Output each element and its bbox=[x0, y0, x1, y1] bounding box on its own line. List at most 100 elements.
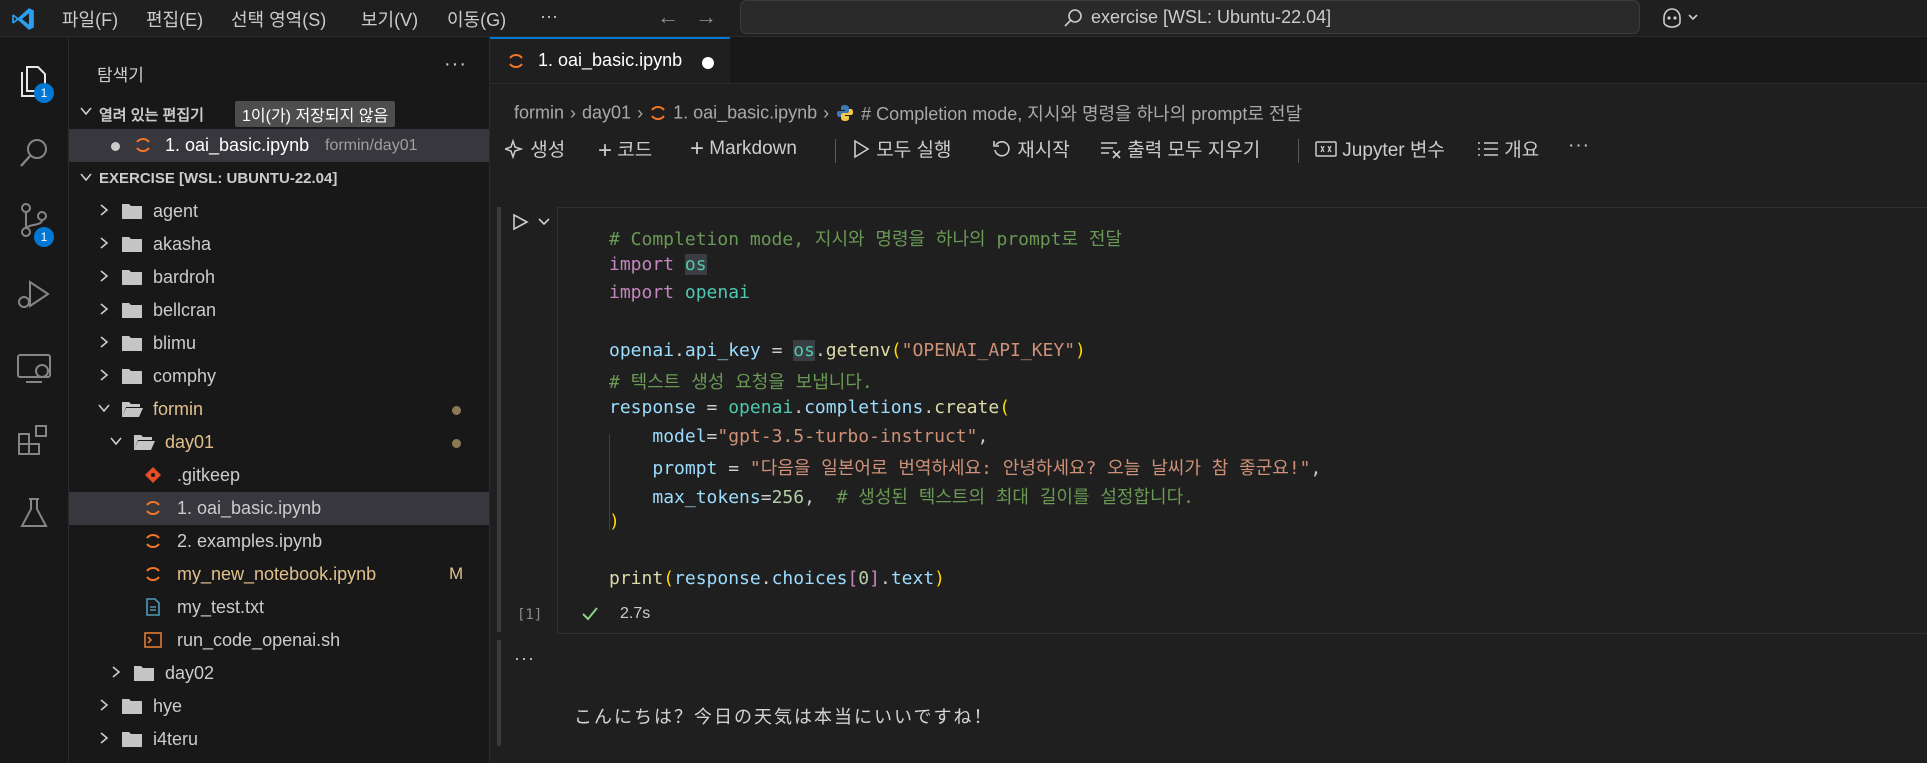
clear-outputs-label: 출력 모두 지우기 bbox=[1127, 140, 1261, 161]
git-icon bbox=[145, 467, 161, 483]
search-icon[interactable] bbox=[14, 133, 54, 173]
tree-folder-blimu[interactable]: blimu bbox=[69, 327, 489, 360]
add-markdown-button[interactable]: + Markdown bbox=[690, 135, 797, 163]
cell-focus-indicator[interactable] bbox=[497, 207, 501, 632]
explorer-title: 탐색기 bbox=[97, 66, 144, 85]
jupyter-icon bbox=[136, 138, 150, 152]
clear-all-icon bbox=[1101, 142, 1121, 159]
tree-folder-comphy[interactable]: comphy bbox=[69, 360, 489, 393]
vscode-logo-icon[interactable] bbox=[10, 6, 36, 32]
chevron-right-icon: › bbox=[637, 102, 644, 123]
tree-file-oai-basic[interactable]: 1. oai_basic.ipynb bbox=[69, 492, 489, 525]
menu-go[interactable]: 이동(G) bbox=[447, 6, 506, 32]
tree-label: my_new_notebook.ipynb bbox=[177, 564, 377, 584]
modified-dot-icon bbox=[452, 406, 461, 415]
tree-file-my-test[interactable]: my_test.txt bbox=[69, 591, 489, 624]
variables-icon bbox=[1315, 141, 1337, 157]
tree-folder-akasha[interactable]: akasha bbox=[69, 228, 489, 261]
menu-file[interactable]: 파일(F) bbox=[62, 6, 118, 32]
breadcrumb-file[interactable]: 1. oai_basic.ipynb bbox=[673, 103, 817, 123]
add-code-button[interactable]: + 코드 bbox=[598, 135, 652, 165]
open-editors-header[interactable]: 열려 있는 편집기 1이(가) 저장되지 않음 bbox=[69, 96, 489, 129]
toolbar-divider bbox=[835, 139, 836, 163]
code-line-5: openai.api_key = os.getenv("OPENAI_API_K… bbox=[609, 340, 1086, 361]
execution-count: [1] bbox=[517, 607, 543, 623]
testing-flask-icon[interactable] bbox=[14, 493, 54, 533]
tree-folder-agent[interactable]: agent bbox=[69, 195, 489, 228]
tab-oai-basic[interactable]: 1. oai_basic.ipynb bbox=[490, 37, 730, 83]
run-debug-icon[interactable] bbox=[14, 274, 54, 314]
tree-label: i4teru bbox=[153, 729, 199, 749]
toolbar-more-button[interactable]: ··· bbox=[1568, 135, 1590, 157]
tree-file-gitkeep[interactable]: .gitkeep bbox=[69, 459, 489, 492]
jupyter-icon bbox=[146, 534, 160, 548]
tree-file-examples[interactable]: 2. examples.ipynb bbox=[69, 525, 489, 558]
cell-run-button[interactable] bbox=[511, 212, 555, 237]
tree-label: hye bbox=[153, 696, 183, 716]
restart-button[interactable]: 재시작 bbox=[992, 135, 1070, 162]
clear-outputs-button[interactable]: 출력 모두 지우기 bbox=[1100, 135, 1260, 162]
python-icon bbox=[837, 105, 854, 121]
code-line-11: ) bbox=[609, 511, 620, 532]
workspace-header[interactable]: EXERCISE [WSL: UBUNTU-22.04] bbox=[69, 162, 489, 195]
unsaved-dot-icon[interactable] bbox=[111, 142, 120, 151]
generate-button[interactable]: 생성 bbox=[502, 135, 566, 162]
execution-duration: 2.7s bbox=[620, 605, 651, 622]
tree-file-my-new-notebook[interactable]: my_new_notebook.ipynb M bbox=[69, 558, 489, 591]
folder-icon bbox=[122, 699, 142, 714]
unsaved-dot-icon[interactable] bbox=[702, 57, 714, 69]
explorer-more-button[interactable]: ··· bbox=[444, 53, 467, 76]
tree-folder-hye[interactable]: hye bbox=[69, 690, 489, 723]
menu-view[interactable]: 보기(V) bbox=[361, 6, 418, 32]
tree-folder-i4teru[interactable]: i4teru bbox=[69, 723, 489, 756]
chevron-right-icon bbox=[100, 303, 109, 315]
tab-label: 1. oai_basic.ipynb bbox=[538, 50, 683, 70]
remote-explorer-icon[interactable] bbox=[14, 347, 54, 387]
code-line-6: # 텍스트 생성 요청을 보냅니다. bbox=[609, 372, 873, 393]
tree-label: formin bbox=[153, 399, 204, 419]
open-editor-item[interactable]: 1. oai_basic.ipynb formin/day01 bbox=[69, 129, 489, 162]
jupyter-icon bbox=[651, 106, 665, 120]
folder-icon bbox=[134, 666, 154, 681]
jupyter-icon bbox=[509, 54, 523, 68]
folder-icon bbox=[122, 204, 142, 219]
source-control-badge: 1 bbox=[34, 227, 54, 247]
tree-folder-day02[interactable]: day02 bbox=[69, 657, 489, 690]
forward-arrow-icon[interactable]: → bbox=[695, 4, 717, 30]
menu-edit[interactable]: 편집(E) bbox=[146, 6, 203, 32]
code-line-9: prompt = "다음을 일본어로 번역하세요: 안녕하세요? 오늘 날씨가 … bbox=[652, 458, 1322, 479]
shell-script-icon bbox=[144, 632, 162, 648]
tree-folder-bellcran[interactable]: bellcran bbox=[69, 294, 489, 327]
generate-label: 생성 bbox=[530, 140, 566, 161]
tree-folder-day01[interactable]: day01 bbox=[69, 426, 489, 459]
extensions-icon[interactable] bbox=[14, 420, 54, 460]
code-line-13: print(response.choices[0].text) bbox=[609, 568, 946, 589]
folder-icon bbox=[122, 270, 142, 285]
code-line-2: import os bbox=[609, 254, 707, 275]
open-editor-filename: 1. oai_basic.ipynb bbox=[165, 135, 310, 155]
run-all-button[interactable]: 모두 실행 bbox=[851, 135, 951, 162]
jupyter-icon bbox=[146, 567, 160, 581]
breadcrumb-day01[interactable]: day01 bbox=[582, 103, 631, 123]
tree-folder-formin[interactable]: formin bbox=[69, 393, 489, 426]
tree-label: day02 bbox=[165, 663, 215, 683]
chevron-right-icon bbox=[100, 369, 109, 381]
copilot-icon[interactable] bbox=[1660, 6, 1702, 30]
breadcrumb-formin[interactable]: formin bbox=[514, 103, 564, 123]
jupyter-variables-label: Jupyter 변수 bbox=[1342, 140, 1445, 161]
outline-button[interactable]: 개요 bbox=[1477, 135, 1539, 162]
tree-file-run-code[interactable]: run_code_openai.sh bbox=[69, 624, 489, 657]
modified-flag: M bbox=[449, 564, 464, 583]
menu-more[interactable]: ··· bbox=[540, 6, 558, 27]
tree-folder-bardroh[interactable]: bardroh bbox=[69, 261, 489, 294]
back-arrow-icon[interactable]: ← bbox=[657, 4, 679, 30]
breadcrumb-cell[interactable]: # Completion mode, 지시와 명령을 하나의 prompt로 전… bbox=[861, 104, 1302, 124]
command-center-search[interactable]: exercise [WSL: Ubuntu-22.04] bbox=[740, 0, 1640, 34]
output-focus-indicator[interactable] bbox=[497, 640, 501, 746]
jupyter-variables-button[interactable]: Jupyter 변수 bbox=[1315, 135, 1445, 162]
menu-selection[interactable]: 선택 영역(S) bbox=[231, 6, 326, 32]
chevron-right-icon: › bbox=[823, 102, 830, 123]
sparkle-icon bbox=[502, 138, 524, 160]
output-more-button[interactable]: ··· bbox=[514, 648, 535, 669]
tree-label: my_test.txt bbox=[177, 597, 265, 617]
